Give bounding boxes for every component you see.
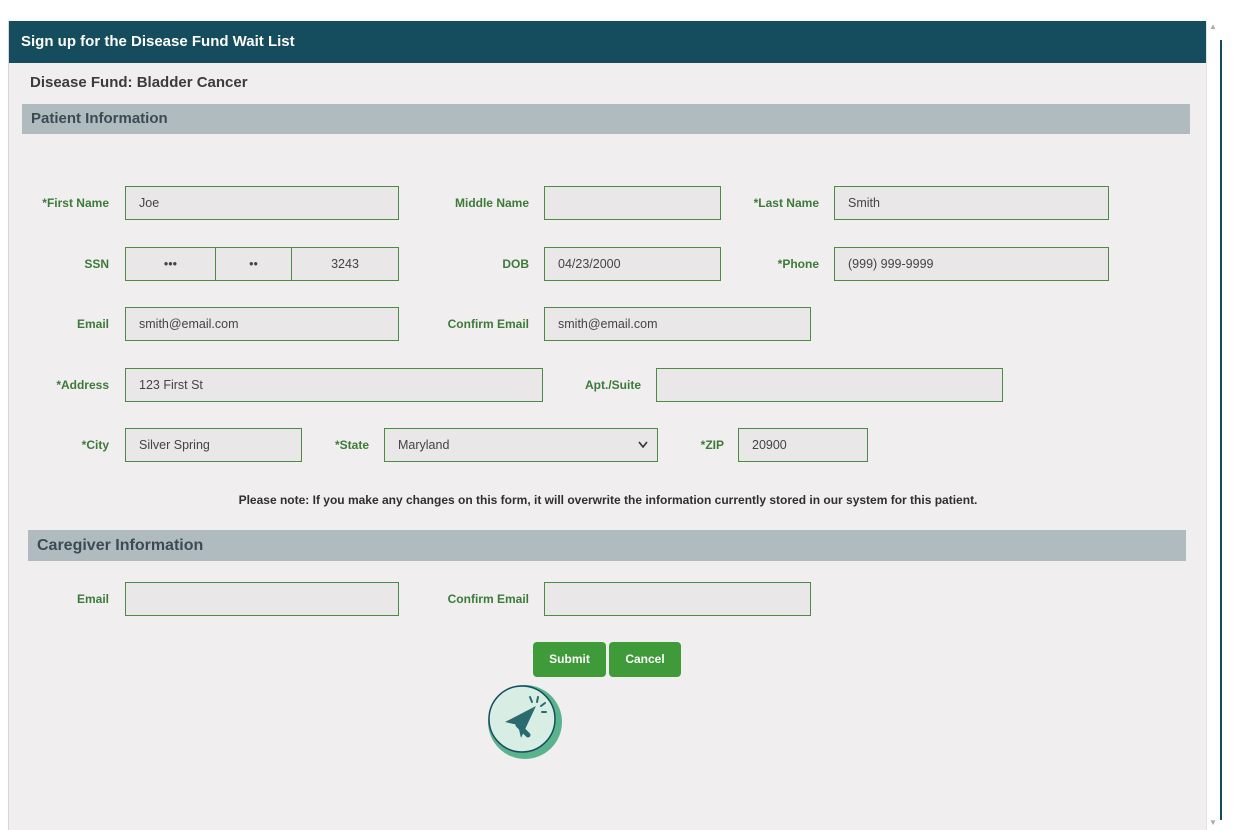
- zip-label: *ZIP: [700, 438, 724, 452]
- city-label: *City: [81, 438, 109, 452]
- confirm-email-label: Confirm Email: [447, 317, 529, 331]
- ssn-label: SSN: [84, 257, 109, 271]
- email-label: Email: [76, 317, 109, 331]
- apt-suite-field[interactable]: [656, 368, 1003, 402]
- scroll-down-arrow-icon[interactable]: ▼: [1209, 818, 1217, 827]
- disease-fund-label: Disease Fund: Bladder Cancer: [30, 74, 248, 91]
- phone-field[interactable]: (999) 999-9999: [834, 247, 1109, 281]
- ssn-part-3[interactable]: 3243: [292, 248, 398, 280]
- caregiver-email-field[interactable]: [125, 582, 399, 616]
- chevron-down-icon: [638, 429, 648, 473]
- first-name-label: *First Name: [42, 196, 109, 210]
- wait-list-dialog: Sign up for the Disease Fund Wait List D…: [8, 21, 1207, 830]
- overwrite-note: Please note: If you make any changes on …: [238, 493, 978, 507]
- caregiver-section-header: Caregiver Information: [28, 530, 1186, 561]
- cancel-button[interactable]: Cancel: [609, 642, 681, 677]
- confirm-email-field[interactable]: smith@email.com: [544, 307, 811, 341]
- caregiver-confirm-email-label: Confirm Email: [447, 592, 529, 606]
- middle-name-field[interactable]: [544, 186, 721, 220]
- state-label: *State: [334, 438, 369, 452]
- ssn-field[interactable]: ••• •• 3243: [125, 247, 399, 281]
- address-field[interactable]: 123 First St: [125, 368, 543, 402]
- patient-section-header: Patient Information: [22, 104, 1190, 134]
- first-name-field[interactable]: Joe: [125, 186, 399, 220]
- scrollbar-track[interactable]: [1220, 40, 1222, 820]
- zip-field[interactable]: 20900: [738, 428, 868, 462]
- scroll-up-arrow-icon[interactable]: ▲: [1209, 22, 1217, 31]
- dob-field[interactable]: 04/23/2000: [544, 247, 721, 281]
- caregiver-confirm-email-field[interactable]: [544, 582, 811, 616]
- address-label: *Address: [56, 378, 109, 392]
- phone-label: *Phone: [777, 257, 819, 271]
- last-name-label: *Last Name: [753, 196, 819, 210]
- cursor-click-icon: [487, 684, 563, 760]
- state-select-value: Maryland: [398, 438, 450, 452]
- city-field[interactable]: Silver Spring: [125, 428, 302, 462]
- submit-button[interactable]: Submit: [533, 642, 606, 677]
- apt-suite-label: Apt./Suite: [585, 378, 641, 392]
- middle-name-label: Middle Name: [454, 196, 529, 210]
- state-select[interactable]: Maryland: [384, 428, 658, 462]
- ssn-part-1[interactable]: •••: [126, 248, 215, 280]
- email-field[interactable]: smith@email.com: [125, 307, 399, 341]
- last-name-field[interactable]: Smith: [834, 186, 1109, 220]
- dob-label: DOB: [502, 257, 529, 271]
- ssn-part-2[interactable]: ••: [216, 248, 291, 280]
- caregiver-email-label: Email: [76, 592, 109, 606]
- dialog-title: Sign up for the Disease Fund Wait List: [9, 21, 1207, 63]
